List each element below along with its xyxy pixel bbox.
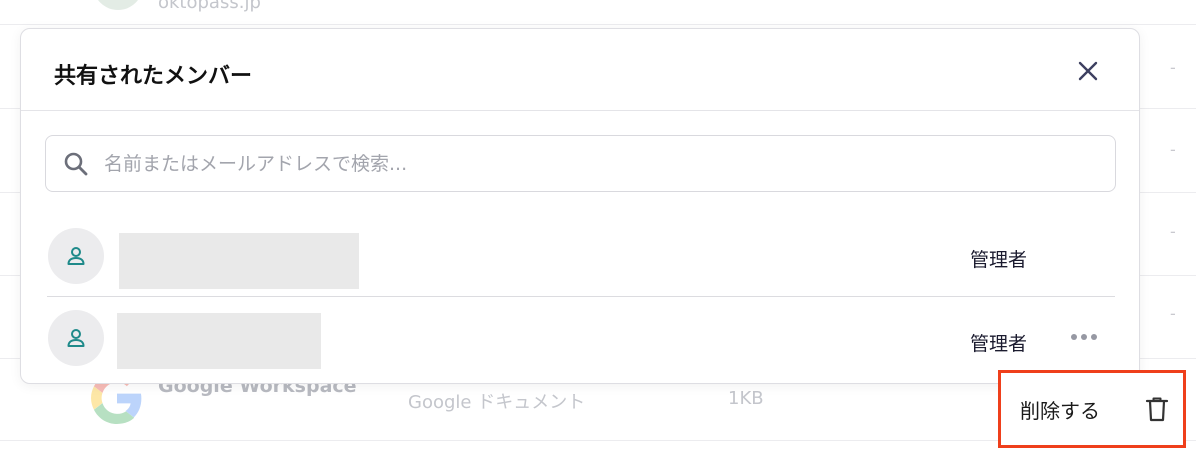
redacted-member-name bbox=[119, 233, 359, 289]
search-input[interactable] bbox=[104, 152, 1054, 175]
background-file-type: Google ドキュメント bbox=[408, 392, 586, 413]
avatar bbox=[48, 228, 104, 284]
close-button[interactable] bbox=[1073, 56, 1103, 86]
more-icon bbox=[1091, 334, 1097, 340]
more-icon bbox=[1071, 334, 1077, 340]
modal-header: 共有されたメンバー bbox=[21, 29, 1139, 111]
member-role: 管理者 bbox=[970, 333, 1028, 355]
delete-menu-item[interactable]: 削除する bbox=[998, 370, 1186, 448]
background-dash: - bbox=[1170, 304, 1176, 323]
search-icon bbox=[62, 150, 90, 178]
close-icon bbox=[1078, 61, 1098, 81]
more-options-button[interactable] bbox=[1067, 327, 1101, 347]
background-dash: - bbox=[1170, 222, 1176, 241]
member-row: 管理者 bbox=[47, 217, 1115, 297]
user-icon bbox=[67, 247, 85, 265]
trash-icon bbox=[1145, 397, 1169, 422]
redacted-member-name bbox=[117, 313, 321, 369]
background-avatar bbox=[93, 0, 143, 10]
user-icon bbox=[67, 329, 85, 347]
delete-label: 削除する bbox=[1020, 398, 1100, 423]
background-dash: - bbox=[1170, 58, 1176, 77]
member-row: 管理者 bbox=[47, 299, 1115, 379]
more-icon bbox=[1081, 334, 1087, 340]
modal-title: 共有されたメンバー bbox=[54, 64, 253, 89]
background-domain: oktopass.jp bbox=[158, 0, 261, 13]
background-file-size: 1KB bbox=[728, 388, 764, 409]
avatar bbox=[48, 310, 104, 366]
background-divider bbox=[0, 24, 1196, 25]
background-dash: - bbox=[1170, 140, 1176, 159]
search-box[interactable] bbox=[45, 135, 1116, 192]
shared-members-modal: 共有されたメンバー 管理者 bbox=[20, 28, 1140, 384]
member-role: 管理者 bbox=[970, 249, 1028, 271]
